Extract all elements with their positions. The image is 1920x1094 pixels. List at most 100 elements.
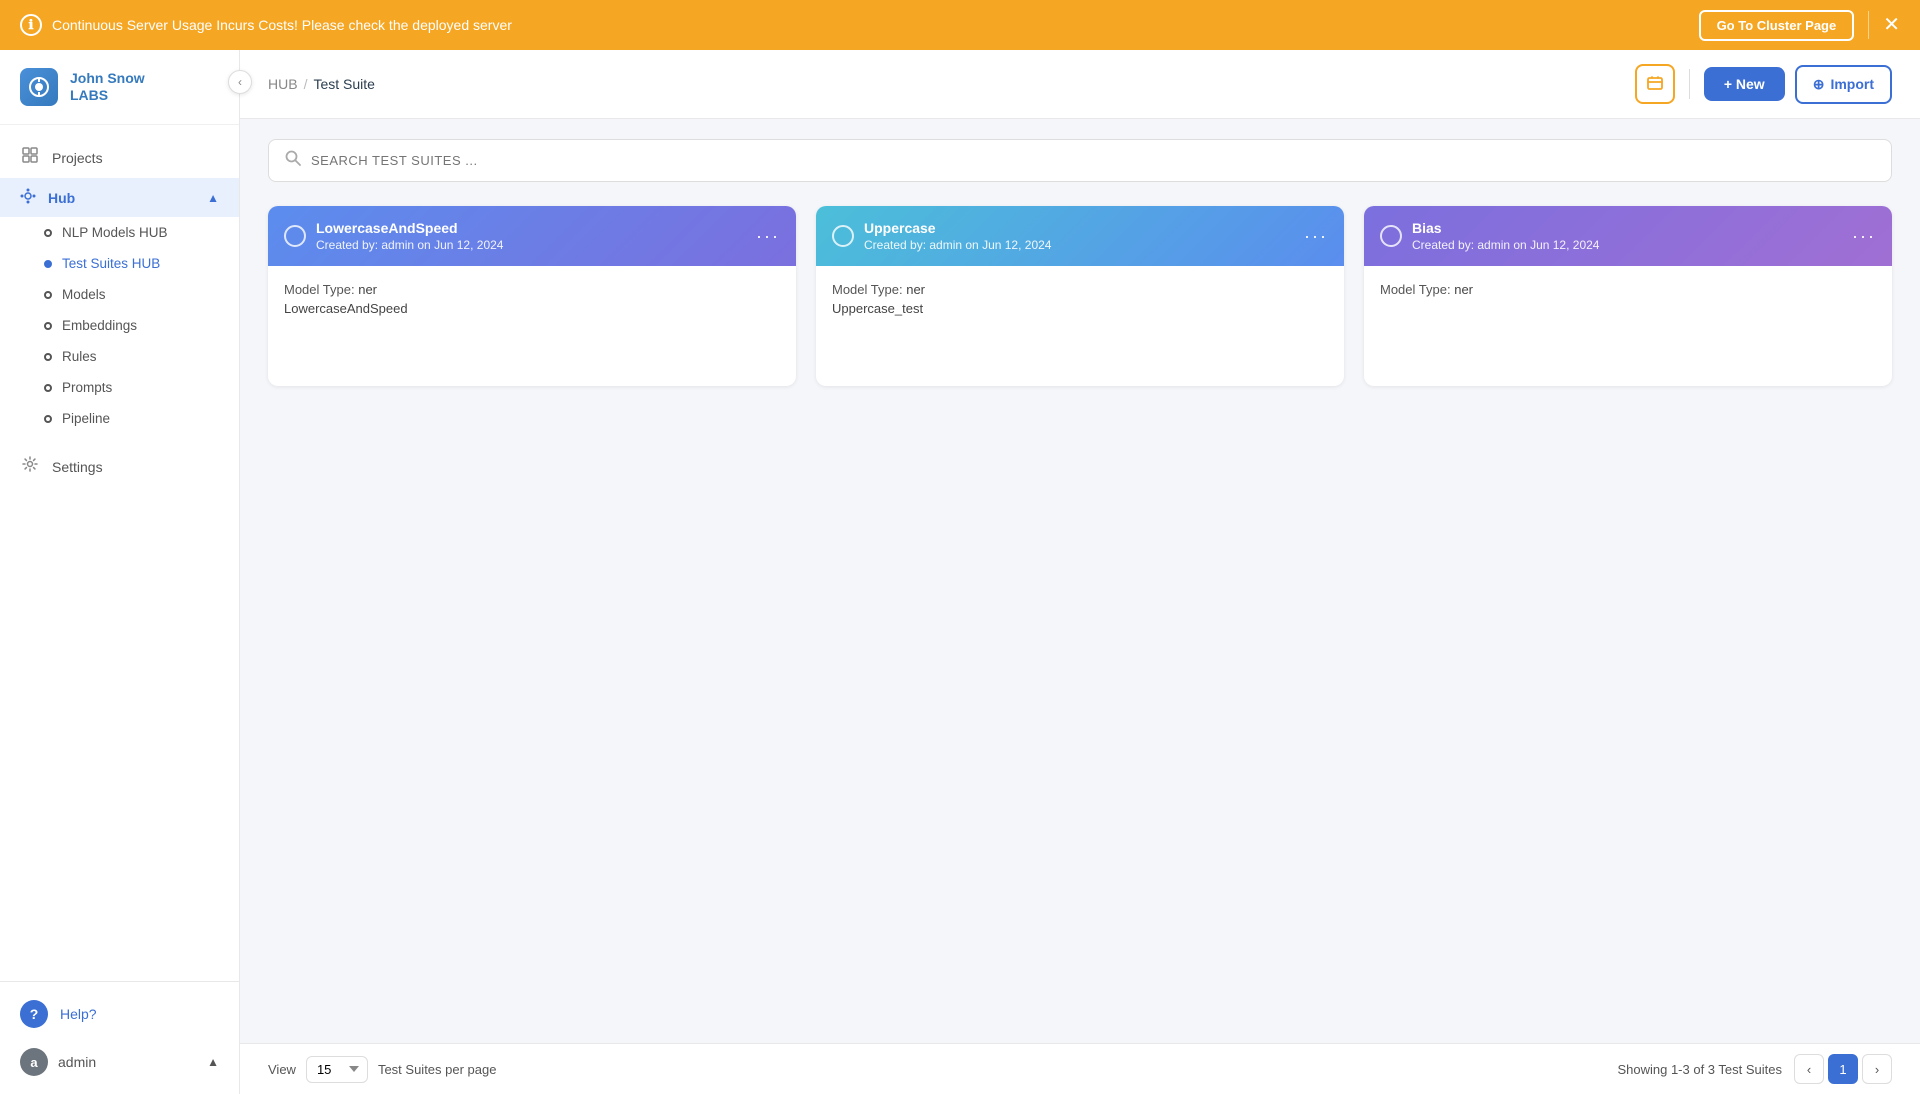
top-banner: ℹ Continuous Server Usage Incurs Costs! … xyxy=(0,0,1920,50)
embeddings-dot-icon xyxy=(44,322,52,330)
logo-text: John Snow LABS xyxy=(70,70,145,104)
next-page-button[interactable]: › xyxy=(1862,1054,1892,1084)
card-meta-model-type-1: Model Type: ner xyxy=(284,282,780,297)
sidebar-item-hub[interactable]: Hub ▲ xyxy=(0,178,239,217)
sidebar-item-projects[interactable]: Projects xyxy=(0,137,239,178)
admin-left: a admin xyxy=(20,1048,96,1076)
settings-label: Settings xyxy=(52,459,103,475)
card-circle-2 xyxy=(832,225,854,247)
showing-text: Showing 1-3 of 3 Test Suites xyxy=(1617,1062,1782,1077)
sidebar-logo: John Snow LABS xyxy=(0,50,239,125)
per-page-select[interactable]: 15 25 50 100 xyxy=(306,1056,368,1083)
prompts-label: Prompts xyxy=(62,380,112,395)
go-to-cluster-button[interactable]: Go To Cluster Page xyxy=(1699,10,1855,41)
import-icon: ⊕ xyxy=(1813,76,1825,93)
admin-row[interactable]: a admin ▲ xyxy=(0,1038,239,1086)
banner-close-button[interactable]: ✕ xyxy=(1883,15,1900,35)
help-item[interactable]: ? Help? xyxy=(0,990,239,1038)
rules-dot-icon xyxy=(44,353,52,361)
card-header-3: Bias Created by: admin on Jun 12, 2024 ·… xyxy=(1364,206,1892,266)
sidebar-collapse-button[interactable]: ‹ xyxy=(228,70,252,94)
embeddings-label: Embeddings xyxy=(62,318,137,333)
projects-icon xyxy=(20,147,40,168)
search-icon xyxy=(285,150,301,171)
models-dot-icon xyxy=(44,291,52,299)
logo-icon xyxy=(20,68,58,106)
card-title-2: Uppercase xyxy=(864,220,1051,236)
sidebar-item-pipeline[interactable]: Pipeline xyxy=(0,403,239,434)
sidebar-item-rules[interactable]: Rules xyxy=(0,341,239,372)
footer-left: View 15 25 50 100 Test Suites per page xyxy=(268,1056,496,1083)
orange-icon-button[interactable] xyxy=(1635,64,1675,104)
card-circle-1 xyxy=(284,225,306,247)
sidebar-item-nlp-models-hub[interactable]: NLP Models HUB xyxy=(0,217,239,248)
sidebar-item-settings[interactable]: Settings xyxy=(0,446,239,487)
banner-actions: Go To Cluster Page ✕ xyxy=(1699,10,1900,41)
pagination: ‹ 1 › xyxy=(1794,1054,1892,1084)
hub-label: Hub xyxy=(48,190,75,206)
breadcrumb-current: Test Suite xyxy=(313,76,374,92)
sidebar-navigation: Projects Hub ▲ xyxy=(0,125,239,981)
search-input[interactable] xyxy=(311,153,1875,168)
card-meta-label-1: Model Type: xyxy=(284,282,355,297)
suite-card-uppercase[interactable]: Uppercase Created by: admin on Jun 12, 2… xyxy=(816,206,1344,386)
pipeline-label: Pipeline xyxy=(62,411,110,426)
card-menu-2[interactable]: ··· xyxy=(1304,226,1328,247)
hub-chevron-up-icon: ▲ xyxy=(207,191,219,205)
prompts-dot-icon xyxy=(44,384,52,392)
sidebar-item-prompts[interactable]: Prompts xyxy=(0,372,239,403)
nlp-dot-icon xyxy=(44,229,52,237)
nlp-models-hub-label: NLP Models HUB xyxy=(62,225,168,240)
new-button[interactable]: + New xyxy=(1704,67,1785,101)
card-circle-3 xyxy=(1380,225,1402,247)
sidebar-item-test-suites-hub[interactable]: Test Suites HUB xyxy=(0,248,239,279)
test-suites-hub-label: Test Suites HUB xyxy=(62,256,160,271)
card-model-type-value-1: ner xyxy=(358,282,377,297)
card-meta-label-2: Model Type: xyxy=(832,282,903,297)
card-header-2: Uppercase Created by: admin on Jun 12, 2… xyxy=(816,206,1344,266)
banner-message-area: ℹ Continuous Server Usage Incurs Costs! … xyxy=(20,14,512,36)
card-header-1: LowercaseAndSpeed Created by: admin on J… xyxy=(268,206,796,266)
page-1-button[interactable]: 1 xyxy=(1828,1054,1858,1084)
card-suite-name-2: Uppercase_test xyxy=(832,301,1328,316)
card-menu-3[interactable]: ··· xyxy=(1852,226,1876,247)
view-label: View xyxy=(268,1062,296,1077)
card-body-2: Model Type: ner Uppercase_test xyxy=(816,266,1344,336)
help-label: Help? xyxy=(60,1006,97,1022)
import-button[interactable]: ⊕ Import xyxy=(1795,65,1892,104)
breadcrumb: HUB / Test Suite xyxy=(268,76,375,92)
card-subtitle-3: Created by: admin on Jun 12, 2024 xyxy=(1412,238,1599,252)
card-title-1: LowercaseAndSpeed xyxy=(316,220,503,236)
projects-label: Projects xyxy=(52,150,103,166)
cards-grid: LowercaseAndSpeed Created by: admin on J… xyxy=(268,206,1892,386)
help-icon: ? xyxy=(20,1000,48,1028)
suite-card-lowercase[interactable]: LowercaseAndSpeed Created by: admin on J… xyxy=(268,206,796,386)
card-body-1: Model Type: ner LowercaseAndSpeed xyxy=(268,266,796,336)
card-model-type-value-3: ner xyxy=(1454,282,1473,297)
breadcrumb-hub[interactable]: HUB xyxy=(268,76,298,92)
header-actions: + New ⊕ Import xyxy=(1635,64,1892,104)
main-layout: John Snow LABS Projects xyxy=(0,50,1920,1094)
pipeline-dot-icon xyxy=(44,415,52,423)
prev-page-button[interactable]: ‹ xyxy=(1794,1054,1824,1084)
sidebar-bottom: ? Help? a admin ▲ xyxy=(0,981,239,1094)
card-subtitle-1: Created by: admin on Jun 12, 2024 xyxy=(316,238,503,252)
card-title-block-2: Uppercase Created by: admin on Jun 12, 2… xyxy=(864,220,1051,252)
new-button-label: + New xyxy=(1724,76,1765,92)
card-header-left-2: Uppercase Created by: admin on Jun 12, 2… xyxy=(832,220,1051,252)
search-bar xyxy=(268,139,1892,182)
suite-card-bias[interactable]: Bias Created by: admin on Jun 12, 2024 ·… xyxy=(1364,206,1892,386)
hub-children: NLP Models HUB Test Suites HUB Models Em… xyxy=(0,217,239,434)
footer-right: Showing 1-3 of 3 Test Suites ‹ 1 › xyxy=(1617,1054,1892,1084)
card-menu-1[interactable]: ··· xyxy=(756,226,780,247)
content-header: HUB / Test Suite + New ⊕ Import xyxy=(240,50,1920,119)
sidebar-item-models[interactable]: Models xyxy=(0,279,239,310)
sidebar-item-embeddings[interactable]: Embeddings xyxy=(0,310,239,341)
breadcrumb-separator: / xyxy=(304,76,308,92)
per-page-label: Test Suites per page xyxy=(378,1062,497,1077)
card-header-left-3: Bias Created by: admin on Jun 12, 2024 xyxy=(1380,220,1599,252)
admin-label: admin xyxy=(58,1054,96,1070)
card-title-3: Bias xyxy=(1412,220,1599,236)
header-divider xyxy=(1689,69,1690,99)
card-meta-model-type-3: Model Type: ner xyxy=(1380,282,1876,297)
